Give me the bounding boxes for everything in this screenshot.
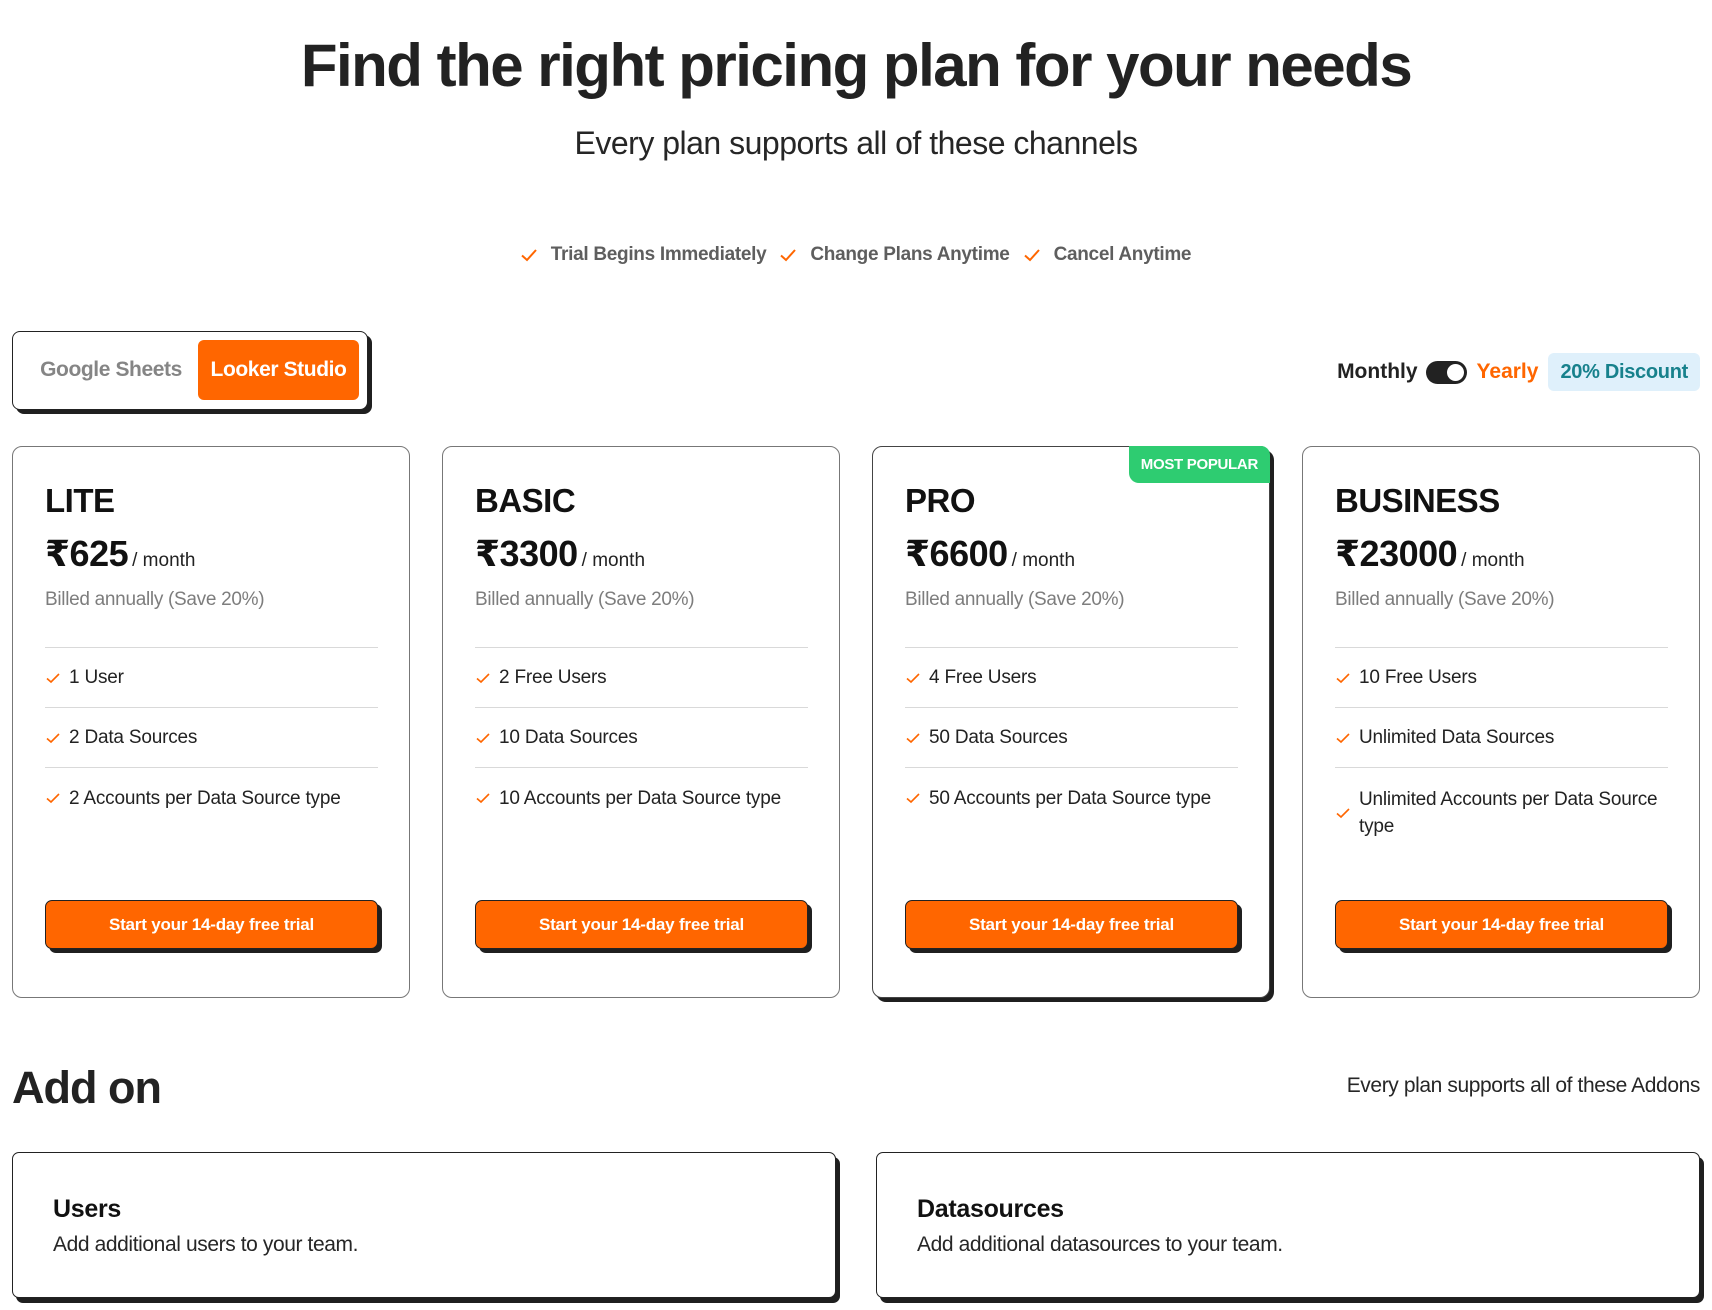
feature-item: 10 Accounts per Data Source type: [475, 768, 808, 828]
billing-note: Billed annually (Save 20%): [475, 589, 695, 610]
billing-note: Billed annually (Save 20%): [45, 589, 265, 610]
check-icon: [476, 672, 490, 683]
check-icon: [46, 672, 60, 683]
most-popular-badge: MOST POPULAR: [1128, 446, 1270, 483]
price-period: / month: [1011, 550, 1076, 571]
start-trial-button[interactable]: Start your 14-day free trial: [1335, 900, 1668, 949]
check-icon: [46, 793, 60, 804]
feature-label: Unlimited Data Sources: [1359, 727, 1555, 748]
trust-label: Trial Begins Immediately: [550, 244, 767, 265]
feature-item: 1 User: [45, 648, 378, 708]
feature-list: 4 Free Users 50 Data Sources 50 Accounts…: [905, 647, 1238, 828]
trust-item-change: Change Plans Anytime: [778, 244, 1010, 266]
price-period: / month: [132, 550, 196, 571]
feature-label: 2 Data Sources: [69, 727, 198, 748]
feature-item: Unlimited Accounts per Data Source type: [1335, 768, 1668, 858]
trust-badges: Trial Begins Immediately Change Plans An…: [0, 244, 1712, 266]
price-period: / month: [581, 550, 646, 571]
feature-item: 2 Free Users: [475, 648, 808, 708]
check-icon: [780, 249, 797, 262]
plan-name: PRO: [905, 482, 976, 519]
check-icon: [906, 732, 920, 743]
feature-list: 2 Free Users 10 Data Sources 10 Accounts…: [475, 647, 808, 828]
addon-description: Add additional users to your team.: [53, 1233, 359, 1256]
check-icon: [1336, 808, 1350, 819]
addon-subtitle: Every plan supports all of these Addons: [1346, 1074, 1701, 1097]
plan-name: BASIC: [475, 482, 576, 519]
trust-item-trial: Trial Begins Immediately: [519, 244, 767, 266]
billing-monthly-label[interactable]: Monthly: [1337, 360, 1417, 384]
price-amount: ₹625: [45, 533, 129, 574]
feature-list: 10 Free Users Unlimited Data Sources Unl…: [1335, 647, 1668, 858]
feature-list: 1 User 2 Data Sources 2 Accounts per Dat…: [45, 647, 378, 828]
billing-note: Billed annually (Save 20%): [905, 589, 1125, 610]
feature-label: 10 Accounts per Data Source type: [499, 787, 781, 809]
page-title: Find the right pricing plan for your nee…: [300, 32, 1413, 99]
plan-name: BUSINESS: [1335, 482, 1500, 519]
price-amount: ₹6600: [905, 533, 1008, 574]
plan-price: ₹23000 / month: [1335, 533, 1525, 575]
tab-google-sheets[interactable]: Google Sheets: [21, 340, 201, 400]
check-icon: [521, 249, 537, 262]
start-trial-button[interactable]: Start your 14-day free trial: [475, 900, 808, 949]
plan-card-lite: LITE ₹625 / month Billed annually (Save …: [12, 446, 410, 998]
start-trial-button[interactable]: Start your 14-day free trial: [45, 900, 378, 949]
feature-label: 4 Free Users: [929, 667, 1037, 688]
feature-label: 50 Accounts per Data Source type: [929, 787, 1211, 809]
feature-item: 50 Accounts per Data Source type: [905, 768, 1238, 828]
feature-label: 50 Data Sources: [929, 727, 1068, 748]
plan-card-pro: MOST POPULAR PRO ₹6600 / month Billed an…: [872, 446, 1270, 998]
feature-item: 2 Accounts per Data Source type: [45, 768, 378, 828]
feature-item: 10 Data Sources: [475, 708, 808, 768]
toggle-knob: [1446, 363, 1464, 381]
check-icon: [906, 793, 920, 804]
feature-label: 10 Free Users: [1359, 667, 1477, 688]
feature-label: 2 Free Users: [499, 667, 607, 688]
plan-price: ₹625 / month: [45, 533, 196, 575]
plan-price: ₹3300 / month: [475, 533, 645, 575]
plan-price: ₹6600 / month: [905, 533, 1075, 575]
billing-period-switch: Monthly Yearly 20% Discount: [1337, 353, 1700, 391]
start-trial-button[interactable]: Start your 14-day free trial: [905, 900, 1238, 949]
check-icon: [476, 732, 490, 743]
discount-badge: 20% Discount: [1548, 353, 1700, 391]
check-icon: [1023, 249, 1040, 262]
feature-item: 2 Data Sources: [45, 708, 378, 768]
check-icon: [1336, 672, 1350, 683]
billing-toggle[interactable]: [1425, 360, 1467, 384]
check-icon: [46, 732, 60, 743]
plan-name: LITE: [45, 482, 115, 519]
check-icon: [476, 793, 490, 804]
feature-item: Unlimited Data Sources: [1335, 708, 1668, 768]
trust-label: Cancel Anytime: [1053, 244, 1192, 265]
addon-description: Add additional datasources to your team.: [917, 1233, 1283, 1256]
addon-name: Users: [53, 1195, 121, 1223]
tab-looker-studio[interactable]: Looker Studio: [198, 340, 359, 400]
channel-switch: Google Sheets Looker Studio: [12, 331, 368, 410]
feature-label: 2 Accounts per Data Source type: [69, 787, 341, 809]
addon-heading: Add on: [12, 1062, 162, 1113]
feature-label: Unlimited Accounts per Data Source type: [1359, 789, 1658, 837]
price-period: / month: [1461, 550, 1525, 571]
billing-yearly-label[interactable]: Yearly: [1477, 360, 1539, 384]
check-icon: [906, 672, 920, 683]
page-subtitle: Every plan supports all of these channel…: [574, 125, 1138, 161]
price-amount: ₹3300: [475, 533, 578, 574]
check-icon: [1336, 732, 1350, 743]
feature-label: 10 Data Sources: [499, 727, 638, 748]
addon-card-datasources[interactable]: Datasources Add additional datasources t…: [876, 1152, 1700, 1298]
price-amount: ₹23000: [1335, 533, 1458, 574]
plan-card-business: BUSINESS ₹23000 / month Billed annually …: [1302, 446, 1700, 998]
addon-name: Datasources: [917, 1195, 1064, 1223]
feature-item: 50 Data Sources: [905, 708, 1238, 768]
feature-label: 1 User: [69, 667, 124, 688]
plan-card-basic: BASIC ₹3300 / month Billed annually (Sav…: [442, 446, 840, 998]
feature-item: 4 Free Users: [905, 648, 1238, 708]
trust-item-cancel: Cancel Anytime: [1022, 244, 1192, 266]
billing-note: Billed annually (Save 20%): [1335, 589, 1555, 610]
feature-item: 10 Free Users: [1335, 648, 1668, 708]
addon-card-users[interactable]: Users Add additional users to your team.: [12, 1152, 836, 1298]
trust-label: Change Plans Anytime: [810, 244, 1010, 265]
